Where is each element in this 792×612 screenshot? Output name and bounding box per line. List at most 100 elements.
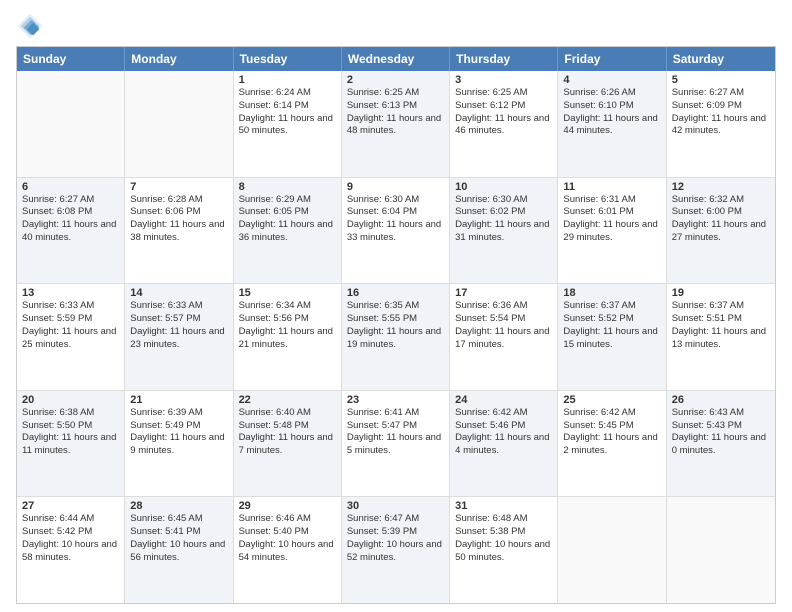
daylight-text: Daylight: 11 hours and 23 minutes.	[130, 326, 227, 352]
sunrise-text: Sunrise: 6:31 AM	[563, 194, 660, 207]
day-of-week-tuesday: Tuesday	[234, 47, 342, 71]
daylight-text: Daylight: 11 hours and 11 minutes.	[22, 432, 119, 458]
sunrise-text: Sunrise: 6:33 AM	[22, 300, 119, 313]
day-number: 3	[455, 74, 552, 86]
calendar-day-5: 5Sunrise: 6:27 AMSunset: 6:09 PMDaylight…	[667, 71, 775, 177]
daylight-text: Daylight: 11 hours and 17 minutes.	[455, 326, 552, 352]
sunset-text: Sunset: 5:50 PM	[22, 420, 119, 433]
day-number: 28	[130, 500, 227, 512]
day-number: 4	[563, 74, 660, 86]
daylight-text: Daylight: 11 hours and 38 minutes.	[130, 219, 227, 245]
day-number: 19	[672, 287, 770, 299]
daylight-text: Daylight: 11 hours and 31 minutes.	[455, 219, 552, 245]
calendar-row-5: 27Sunrise: 6:44 AMSunset: 5:42 PMDayligh…	[17, 496, 775, 603]
calendar-body: 1Sunrise: 6:24 AMSunset: 6:14 PMDaylight…	[17, 71, 775, 603]
daylight-text: Daylight: 11 hours and 13 minutes.	[672, 326, 770, 352]
daylight-text: Daylight: 10 hours and 52 minutes.	[347, 539, 444, 565]
sunset-text: Sunset: 5:38 PM	[455, 526, 552, 539]
day-of-week-thursday: Thursday	[450, 47, 558, 71]
calendar: SundayMondayTuesdayWednesdayThursdayFrid…	[16, 46, 776, 604]
sunrise-text: Sunrise: 6:30 AM	[347, 194, 444, 207]
sunrise-text: Sunrise: 6:44 AM	[22, 513, 119, 526]
daylight-text: Daylight: 10 hours and 56 minutes.	[130, 539, 227, 565]
daylight-text: Daylight: 11 hours and 29 minutes.	[563, 219, 660, 245]
day-number: 13	[22, 287, 119, 299]
day-number: 30	[347, 500, 444, 512]
day-number: 9	[347, 181, 444, 193]
day-number: 14	[130, 287, 227, 299]
sunrise-text: Sunrise: 6:42 AM	[563, 407, 660, 420]
sunrise-text: Sunrise: 6:25 AM	[347, 87, 444, 100]
daylight-text: Daylight: 11 hours and 21 minutes.	[239, 326, 336, 352]
daylight-text: Daylight: 11 hours and 36 minutes.	[239, 219, 336, 245]
calendar-day-13: 13Sunrise: 6:33 AMSunset: 5:59 PMDayligh…	[17, 284, 125, 390]
calendar-row-2: 6Sunrise: 6:27 AMSunset: 6:08 PMDaylight…	[17, 177, 775, 284]
calendar-day-24: 24Sunrise: 6:42 AMSunset: 5:46 PMDayligh…	[450, 391, 558, 497]
daylight-text: Daylight: 11 hours and 7 minutes.	[239, 432, 336, 458]
calendar-day-12: 12Sunrise: 6:32 AMSunset: 6:00 PMDayligh…	[667, 178, 775, 284]
page: SundayMondayTuesdayWednesdayThursdayFrid…	[0, 0, 792, 612]
calendar-day-18: 18Sunrise: 6:37 AMSunset: 5:52 PMDayligh…	[558, 284, 666, 390]
sunset-text: Sunset: 5:42 PM	[22, 526, 119, 539]
calendar-empty-cell	[17, 71, 125, 177]
day-of-week-sunday: Sunday	[17, 47, 125, 71]
sunset-text: Sunset: 6:05 PM	[239, 206, 336, 219]
sunrise-text: Sunrise: 6:32 AM	[672, 194, 770, 207]
sunset-text: Sunset: 6:10 PM	[563, 100, 660, 113]
sunset-text: Sunset: 5:40 PM	[239, 526, 336, 539]
daylight-text: Daylight: 11 hours and 4 minutes.	[455, 432, 552, 458]
day-number: 20	[22, 394, 119, 406]
sunset-text: Sunset: 6:12 PM	[455, 100, 552, 113]
sunset-text: Sunset: 5:51 PM	[672, 313, 770, 326]
day-number: 25	[563, 394, 660, 406]
daylight-text: Daylight: 10 hours and 58 minutes.	[22, 539, 119, 565]
day-number: 12	[672, 181, 770, 193]
daylight-text: Daylight: 11 hours and 44 minutes.	[563, 113, 660, 139]
calendar-day-28: 28Sunrise: 6:45 AMSunset: 5:41 PMDayligh…	[125, 497, 233, 603]
day-number: 17	[455, 287, 552, 299]
sunset-text: Sunset: 5:57 PM	[130, 313, 227, 326]
day-number: 26	[672, 394, 770, 406]
sunset-text: Sunset: 6:13 PM	[347, 100, 444, 113]
calendar-day-23: 23Sunrise: 6:41 AMSunset: 5:47 PMDayligh…	[342, 391, 450, 497]
calendar-day-9: 9Sunrise: 6:30 AMSunset: 6:04 PMDaylight…	[342, 178, 450, 284]
calendar-day-19: 19Sunrise: 6:37 AMSunset: 5:51 PMDayligh…	[667, 284, 775, 390]
calendar-header: SundayMondayTuesdayWednesdayThursdayFrid…	[17, 47, 775, 71]
sunrise-text: Sunrise: 6:27 AM	[22, 194, 119, 207]
sunset-text: Sunset: 6:14 PM	[239, 100, 336, 113]
sunrise-text: Sunrise: 6:29 AM	[239, 194, 336, 207]
daylight-text: Daylight: 11 hours and 19 minutes.	[347, 326, 444, 352]
daylight-text: Daylight: 11 hours and 40 minutes.	[22, 219, 119, 245]
daylight-text: Daylight: 11 hours and 33 minutes.	[347, 219, 444, 245]
sunrise-text: Sunrise: 6:45 AM	[130, 513, 227, 526]
sunrise-text: Sunrise: 6:43 AM	[672, 407, 770, 420]
sunrise-text: Sunrise: 6:38 AM	[22, 407, 119, 420]
calendar-day-6: 6Sunrise: 6:27 AMSunset: 6:08 PMDaylight…	[17, 178, 125, 284]
daylight-text: Daylight: 11 hours and 48 minutes.	[347, 113, 444, 139]
sunrise-text: Sunrise: 6:48 AM	[455, 513, 552, 526]
sunrise-text: Sunrise: 6:34 AM	[239, 300, 336, 313]
daylight-text: Daylight: 11 hours and 0 minutes.	[672, 432, 770, 458]
calendar-day-30: 30Sunrise: 6:47 AMSunset: 5:39 PMDayligh…	[342, 497, 450, 603]
daylight-text: Daylight: 11 hours and 42 minutes.	[672, 113, 770, 139]
sunset-text: Sunset: 5:55 PM	[347, 313, 444, 326]
daylight-text: Daylight: 10 hours and 50 minutes.	[455, 539, 552, 565]
daylight-text: Daylight: 11 hours and 5 minutes.	[347, 432, 444, 458]
calendar-day-15: 15Sunrise: 6:34 AMSunset: 5:56 PMDayligh…	[234, 284, 342, 390]
calendar-row-1: 1Sunrise: 6:24 AMSunset: 6:14 PMDaylight…	[17, 71, 775, 177]
sunrise-text: Sunrise: 6:40 AM	[239, 407, 336, 420]
calendar-day-14: 14Sunrise: 6:33 AMSunset: 5:57 PMDayligh…	[125, 284, 233, 390]
day-number: 11	[563, 181, 660, 193]
logo	[16, 12, 48, 40]
calendar-day-16: 16Sunrise: 6:35 AMSunset: 5:55 PMDayligh…	[342, 284, 450, 390]
daylight-text: Daylight: 10 hours and 54 minutes.	[239, 539, 336, 565]
sunset-text: Sunset: 6:02 PM	[455, 206, 552, 219]
logo-icon	[16, 12, 44, 40]
day-number: 23	[347, 394, 444, 406]
calendar-day-2: 2Sunrise: 6:25 AMSunset: 6:13 PMDaylight…	[342, 71, 450, 177]
sunrise-text: Sunrise: 6:30 AM	[455, 194, 552, 207]
sunrise-text: Sunrise: 6:35 AM	[347, 300, 444, 313]
day-number: 8	[239, 181, 336, 193]
calendar-day-26: 26Sunrise: 6:43 AMSunset: 5:43 PMDayligh…	[667, 391, 775, 497]
calendar-day-20: 20Sunrise: 6:38 AMSunset: 5:50 PMDayligh…	[17, 391, 125, 497]
